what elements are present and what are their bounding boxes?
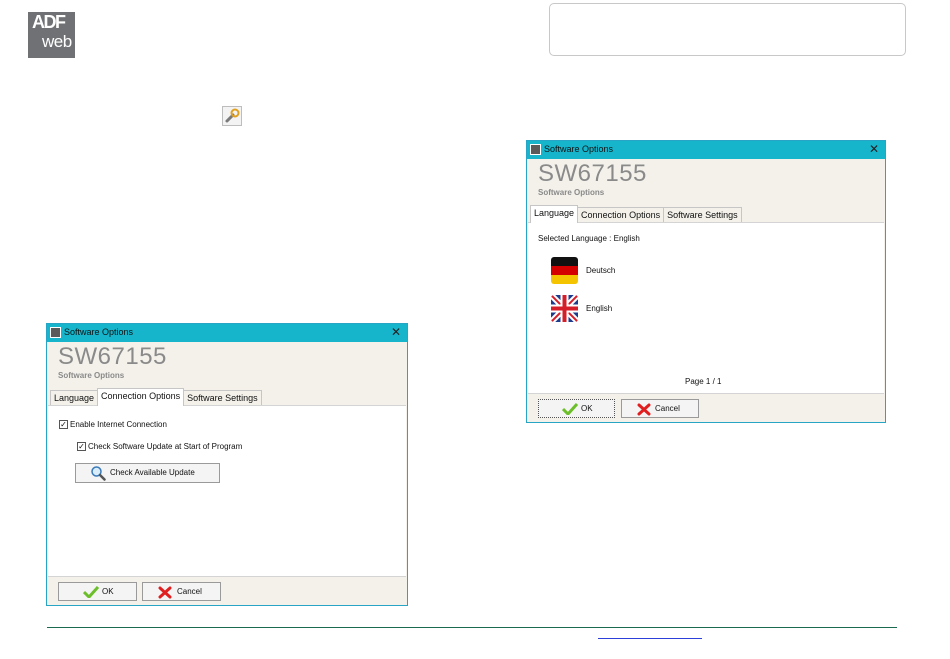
window-titlebar: Software Options ✕ [527,141,885,159]
cancel-button[interactable]: Cancel [621,399,699,418]
selected-language-text: Selected Language : English [538,234,640,243]
window-app-icon [50,327,61,338]
tab-strip: Language Connection Options Software Set… [50,388,262,406]
tab-software-settings[interactable]: Software Settings [183,390,262,406]
tab-connection-options[interactable]: Connection Options [97,388,185,406]
footer-link-underline[interactable] [598,638,702,639]
check-update-button-label: Check Available Update [110,468,195,477]
cancel-x-icon [637,403,651,416]
tab-connection-options[interactable]: Connection Options [577,207,665,223]
magnifier-icon [91,466,106,481]
close-icon[interactable]: ✕ [391,325,401,339]
window-title: Software Options [64,327,134,337]
cancel-button-label: Cancel [655,404,680,413]
adfweb-logo: ADF web [28,12,75,58]
product-subtitle: Software Options [58,371,125,380]
wrench-icon[interactable] [222,106,242,126]
logo-text-adf: ADF [32,12,66,32]
ok-button-label: OK [102,587,114,596]
tab-language[interactable]: Language [530,205,579,223]
enable-internet-label: Enable Internet Connection [70,420,167,429]
tab-software-settings[interactable]: Software Settings [663,207,742,223]
product-name: SW67155 [538,160,647,187]
germany-flag-icon[interactable] [551,257,578,284]
tab-strip: Language Connection Options Software Set… [530,205,742,223]
enable-internet-checkbox[interactable]: ✓ [59,420,68,429]
check-update-checkbox[interactable]: ✓ [77,442,86,451]
window-app-icon [530,144,541,155]
ok-button-label: OK [581,404,593,413]
window-title: Software Options [544,144,614,154]
check-update-label: Check Software Update at Start of Progra… [88,442,243,451]
language-option-english[interactable]: English [586,304,612,313]
cancel-button[interactable]: Cancel [142,582,221,601]
header-box [549,3,906,56]
tab-language[interactable]: Language [50,390,99,406]
language-panel: Selected Language : English Deutsch Engl… [528,222,884,394]
software-options-window-language: Software Options ✕ SW67155 Software Opti… [526,140,886,423]
cancel-x-icon [158,586,172,599]
product-name: SW67155 [58,343,167,370]
ok-button[interactable]: OK [58,582,137,601]
page-indicator: Page 1 / 1 [685,377,722,386]
connection-options-panel: ✓ Enable Internet Connection ✓ Check Sof… [48,405,406,577]
check-available-update-button[interactable]: Check Available Update [75,463,220,483]
cancel-button-label: Cancel [177,587,202,596]
checkmark-icon [562,403,578,415]
ok-button[interactable]: OK [538,399,615,418]
footer-divider [47,627,897,628]
uk-flag-icon[interactable] [551,295,578,322]
software-options-window-connection: Software Options ✕ SW67155 Software Opti… [46,323,408,606]
product-subtitle: Software Options [538,188,605,197]
close-icon[interactable]: ✕ [869,142,879,156]
logo-text-web: web [42,32,72,51]
window-titlebar: Software Options ✕ [47,324,407,342]
checkmark-icon [83,586,99,598]
language-option-deutsch[interactable]: Deutsch [586,266,615,275]
